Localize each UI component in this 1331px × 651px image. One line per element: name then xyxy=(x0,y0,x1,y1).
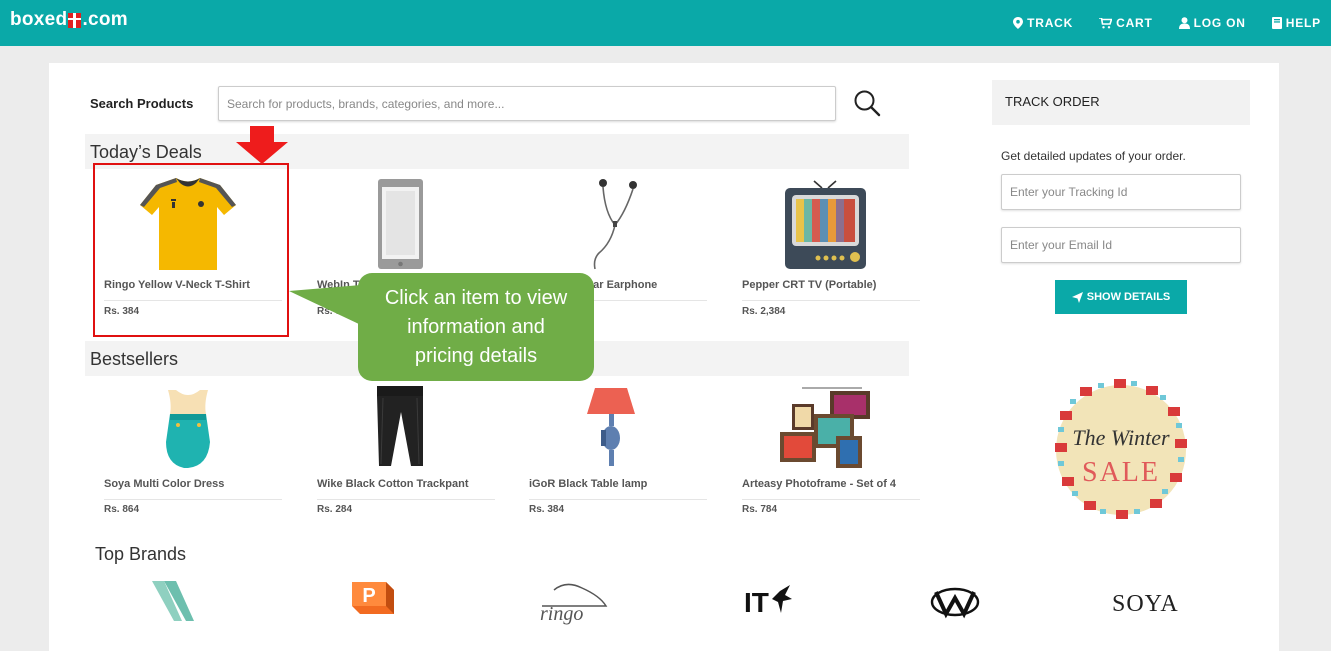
sale-badge-line-1: The Winter xyxy=(1072,425,1170,450)
down-arrow-icon xyxy=(236,126,288,164)
top-navigation-bar: boxed .com TRACK CART LOG ON HELP xyxy=(0,0,1331,46)
track-order-header: TRACK ORDER xyxy=(992,80,1250,125)
map-marker-icon xyxy=(1013,17,1024,29)
soya-logo[interactable]: SOYA xyxy=(1110,586,1188,618)
pepper-logo[interactable]: P xyxy=(350,578,396,618)
todays-deals-title: Today’s Deals xyxy=(90,142,202,162)
product-price: Rs. 864 xyxy=(104,504,140,515)
nav-track-link[interactable]: TRACK xyxy=(1013,16,1073,30)
product-divider xyxy=(104,499,282,500)
site-logo[interactable]: boxed .com xyxy=(10,9,128,31)
search-icon[interactable] xyxy=(853,89,881,117)
trackpant-image xyxy=(377,386,423,466)
ringo-logo[interactable]: ringo xyxy=(534,580,610,626)
sale-badge-line-2: SALE xyxy=(1082,457,1160,488)
nav-cart-label: CART xyxy=(1116,16,1153,30)
dress-image xyxy=(166,390,210,468)
product-name: Pepper CRT TV (Portable) xyxy=(742,279,877,291)
product-name: iGoR Black Table lamp xyxy=(529,478,648,490)
product-name: Arteasy Photoframe - Set of 4 xyxy=(742,478,897,490)
crt-tv-image xyxy=(785,180,866,269)
track-order-description: Get detailed updates of your order. xyxy=(1001,149,1186,163)
logo-text-right: .com xyxy=(82,9,128,30)
user-icon xyxy=(1178,17,1190,29)
send-icon xyxy=(1071,291,1083,303)
product-card-soya-dress[interactable]: Soya Multi Color Dress Rs. 864 xyxy=(104,386,282,521)
callout-line-2: information and xyxy=(407,316,545,338)
product-card-igor-lamp[interactable]: iGoR Black Table lamp Rs. 384 xyxy=(529,386,707,521)
itk-logo-text: IT xyxy=(744,587,769,618)
table-lamp-image xyxy=(587,388,635,466)
winter-sale-badge[interactable]: The Winter SALE xyxy=(1054,377,1188,523)
webin-logo[interactable] xyxy=(930,584,980,620)
ringo-logo-text: ringo xyxy=(540,603,583,625)
top-brands-title: Top Brands xyxy=(95,544,187,564)
product-name: Wike Black Cotton Trackpant xyxy=(317,478,469,490)
callout-pointer xyxy=(289,285,361,325)
callout-line-1: Click an item to view xyxy=(384,287,568,309)
nav-logon-link[interactable]: LOG ON xyxy=(1178,16,1246,30)
phone-image xyxy=(378,179,423,269)
gift-icon xyxy=(68,12,82,28)
product-card-wike-trackpant[interactable]: Wike Black Cotton Trackpant Rs. 284 xyxy=(317,386,495,521)
nav-help-label: HELP xyxy=(1285,16,1321,30)
callout-line-3: pricing details xyxy=(414,345,538,367)
product-price: Rs. 284 xyxy=(317,504,353,515)
product-name: Soya Multi Color Dress xyxy=(104,478,225,490)
bestsellers-title: Bestsellers xyxy=(90,349,179,369)
svg-text:P: P xyxy=(362,585,375,607)
nav-track-label: TRACK xyxy=(1027,16,1074,30)
product-card-pepper-tv[interactable]: Pepper CRT TV (Portable) Rs. 2,384 xyxy=(742,173,920,323)
product-card-arteasy-photoframe[interactable]: Arteasy Photoframe - Set of 4 Rs. 784 xyxy=(742,386,920,521)
tutorial-callout: Click an item to view information and pr… xyxy=(358,273,594,381)
product-divider xyxy=(317,499,495,500)
product-price: Rs. 784 xyxy=(742,504,778,515)
top-nav-links: TRACK CART LOG ON HELP xyxy=(1013,0,1331,46)
product-divider xyxy=(742,499,920,500)
product-price: Rs. 384 xyxy=(529,504,565,515)
product-divider xyxy=(742,300,920,301)
product-divider xyxy=(529,499,707,500)
book-icon xyxy=(1271,17,1282,29)
nav-logon-label: LOG ON xyxy=(1193,16,1246,30)
search-input[interactable] xyxy=(218,86,836,121)
nav-cart-link[interactable]: CART xyxy=(1099,16,1153,30)
photoframe-image xyxy=(780,387,870,468)
search-label: Search Products xyxy=(90,96,194,111)
show-details-button[interactable]: SHOW DETAILS xyxy=(1055,280,1187,314)
wike-logo[interactable] xyxy=(152,575,198,627)
highlight-box xyxy=(93,163,289,337)
cart-icon xyxy=(1099,17,1113,28)
nav-help-link[interactable]: HELP xyxy=(1271,16,1321,30)
product-name: ear Earphone xyxy=(587,279,658,291)
soya-logo-text: SOYA xyxy=(1112,591,1179,617)
product-price: Rs. 2,384 xyxy=(742,306,786,317)
email-id-field[interactable] xyxy=(1001,227,1241,263)
logo-text-left: boxed xyxy=(10,9,68,30)
itk-logo[interactable]: IT xyxy=(744,581,794,621)
earphone-image xyxy=(593,179,637,270)
show-details-label: SHOW DETAILS xyxy=(1086,291,1171,303)
track-order-title: TRACK ORDER xyxy=(1005,94,1100,109)
tracking-id-field[interactable] xyxy=(1001,174,1241,210)
